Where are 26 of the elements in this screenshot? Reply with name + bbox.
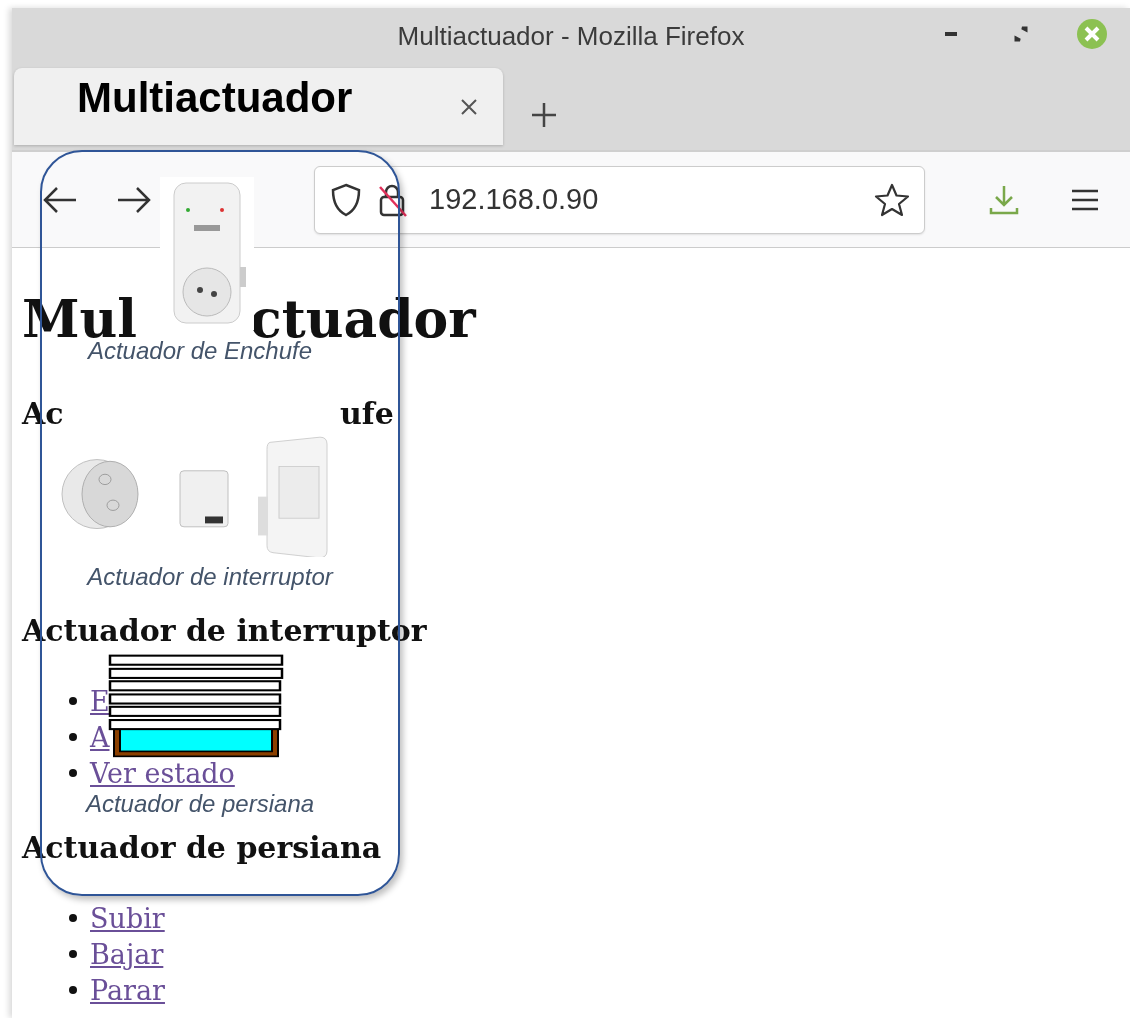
link[interactable]: E <box>90 685 110 717</box>
forward-arrow-icon[interactable] <box>116 184 152 215</box>
window-title: Multiactuador - Mozilla Firefox <box>397 21 745 52</box>
link[interactable]: A <box>90 721 110 753</box>
link[interactable]: Ver estado <box>90 757 235 789</box>
bullet-icon <box>69 950 77 958</box>
link[interactable]: Parar <box>90 974 165 1006</box>
plus-icon[interactable] <box>531 102 557 128</box>
bullet-icon <box>69 986 77 994</box>
section-heading: ufe <box>340 395 394 431</box>
back-arrow-icon[interactable] <box>42 184 78 215</box>
device-caption: Actuador de interruptor <box>85 563 335 591</box>
bullet-icon <box>69 914 77 922</box>
shield-icon[interactable] <box>331 182 361 217</box>
link[interactable]: Subir <box>90 902 165 934</box>
bullet-icon <box>69 697 77 705</box>
bullet-icon <box>69 733 77 741</box>
address-bar[interactable]: 192.168.0.90 <box>314 165 925 234</box>
close-icon[interactable] <box>459 96 479 117</box>
star-icon[interactable] <box>874 182 910 217</box>
device-caption: Actuador de persiana <box>84 790 316 818</box>
download-icon[interactable] <box>989 183 1019 216</box>
menu-icon[interactable] <box>1071 187 1099 212</box>
bullet-icon <box>69 769 77 777</box>
link[interactable]: Bajar <box>90 938 164 970</box>
url-text: 192.168.0.90 <box>429 183 600 216</box>
